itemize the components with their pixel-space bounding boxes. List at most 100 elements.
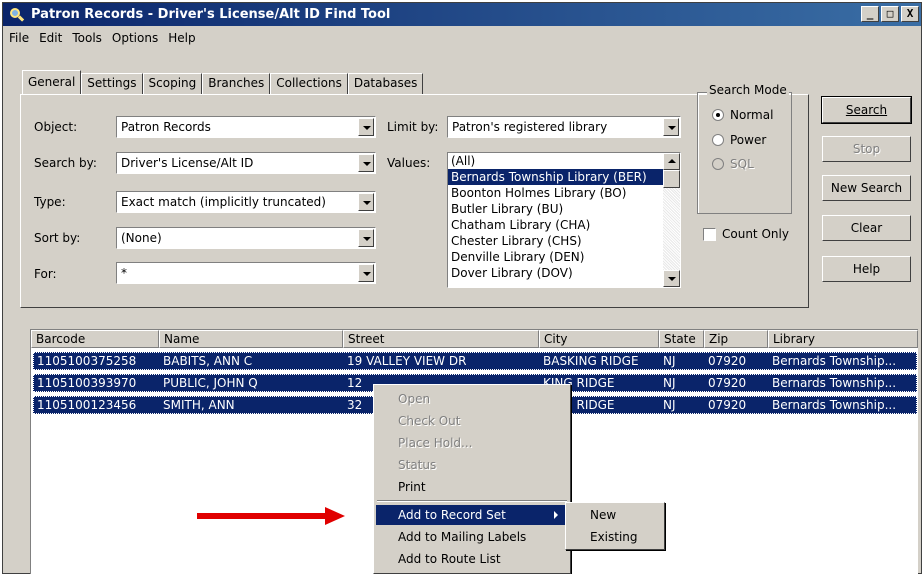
scroll-thumb[interactable] bbox=[663, 170, 680, 188]
window-title: Patron Records - Driver's License/Alt ID… bbox=[31, 7, 391, 22]
tab-settings[interactable]: Settings bbox=[81, 73, 143, 94]
sort-by-select[interactable]: (None) bbox=[116, 227, 376, 249]
menu-item-add-to-route-list[interactable]: Add to Route List bbox=[376, 549, 568, 569]
cell-name: BABITS, ANN C bbox=[163, 354, 253, 368]
menu-item-add-to-record-set[interactable]: Add to Record Set bbox=[376, 505, 568, 525]
radio-power[interactable]: Power bbox=[712, 133, 766, 147]
values-item[interactable]: Butler Library (BU) bbox=[448, 201, 680, 217]
search-button[interactable]: Search bbox=[821, 96, 912, 124]
object-select[interactable]: Patron Records bbox=[116, 116, 376, 138]
scroll-up-icon[interactable] bbox=[663, 153, 680, 170]
values-item[interactable]: Chatham Library (CHA) bbox=[448, 217, 680, 233]
menu-edit[interactable]: Edit bbox=[39, 31, 62, 45]
tab-collections[interactable]: Collections bbox=[270, 73, 348, 94]
type-value: Exact match (implicitly truncated) bbox=[121, 195, 326, 209]
table-row[interactable]: 1105100375258 BABITS, ANN C 19 VALLEY VI… bbox=[33, 352, 917, 370]
radio-disabled-icon bbox=[712, 158, 724, 170]
cell-name: PUBLIC, JOHN Q bbox=[163, 376, 258, 390]
chevron-down-icon[interactable] bbox=[358, 118, 374, 136]
chevron-down-icon[interactable] bbox=[358, 154, 374, 172]
column-state[interactable]: State bbox=[659, 330, 704, 348]
cell-zip: 07920 bbox=[708, 398, 747, 412]
cell-city: BASKING RIDGE bbox=[543, 354, 639, 368]
search-mode-title: Search Mode bbox=[707, 83, 789, 97]
cell-barcode: 1105100123456 bbox=[37, 398, 137, 412]
column-street[interactable]: Street bbox=[343, 330, 539, 348]
values-item[interactable]: (All) bbox=[448, 153, 680, 169]
values-item[interactable]: Denville Library (DEN) bbox=[448, 249, 680, 265]
chevron-down-icon[interactable] bbox=[663, 118, 679, 136]
menu-item-status: Status bbox=[398, 458, 437, 472]
tab-branches[interactable]: Branches bbox=[202, 73, 271, 94]
for-input[interactable]: * bbox=[116, 262, 376, 284]
radio-checked-icon[interactable] bbox=[712, 109, 724, 121]
menu-file[interactable]: File bbox=[9, 31, 29, 45]
for-label: For: bbox=[34, 267, 57, 281]
chevron-down-icon[interactable] bbox=[358, 264, 374, 282]
maximize-button[interactable]: □ bbox=[881, 6, 899, 22]
menu-item-print[interactable]: Print bbox=[376, 477, 568, 497]
tab-general[interactable]: General bbox=[22, 70, 82, 94]
help-button[interactable]: Help bbox=[822, 256, 911, 282]
menu-item-check-out: Check Out bbox=[398, 414, 461, 428]
radio-power-label: Power bbox=[730, 133, 767, 147]
clear-button[interactable]: Clear bbox=[822, 215, 911, 241]
minimize-button[interactable]: _ bbox=[861, 6, 879, 22]
values-item-selected[interactable]: Bernards Township Library (BER) bbox=[448, 169, 680, 185]
checkbox-icon[interactable] bbox=[703, 227, 716, 241]
menu-help[interactable]: Help bbox=[168, 31, 195, 45]
limit-by-label: Limit by: bbox=[387, 120, 439, 134]
red-arrow-icon bbox=[197, 507, 347, 525]
values-item[interactable]: Chester Library (CHS) bbox=[448, 233, 680, 249]
menu-options[interactable]: Options bbox=[112, 31, 158, 45]
cell-library: Bernards Township... bbox=[772, 354, 897, 368]
results-header: Barcode Name Street City State Zip Libra… bbox=[31, 330, 918, 348]
limit-by-select[interactable]: Patron's registered library bbox=[447, 116, 681, 138]
values-listbox[interactable]: (All) Bernards Township Library (BER) Bo… bbox=[447, 152, 681, 288]
cell-library: Bernards Township... bbox=[772, 376, 897, 390]
count-only-label: Count Only bbox=[722, 227, 789, 241]
search-by-select[interactable]: Driver's License/Alt ID bbox=[116, 152, 376, 174]
values-label: Values: bbox=[387, 156, 431, 170]
radio-icon[interactable] bbox=[712, 134, 724, 146]
radio-sql: SQL bbox=[712, 157, 754, 171]
radio-normal[interactable]: Normal bbox=[712, 108, 773, 122]
cell-zip: 07920 bbox=[708, 376, 747, 390]
menu-separator bbox=[377, 500, 567, 502]
menu-tools[interactable]: Tools bbox=[72, 31, 102, 45]
cell-state: NJ bbox=[663, 376, 676, 390]
title-bar[interactable]: Patron Records - Driver's License/Alt ID… bbox=[3, 3, 921, 26]
tab-scoping[interactable]: Scoping bbox=[142, 73, 203, 94]
chevron-down-icon[interactable] bbox=[358, 229, 374, 247]
cell-state: NJ bbox=[663, 398, 676, 412]
values-item[interactable]: Dover Library (DOV) bbox=[448, 265, 680, 281]
values-item[interactable]: Boonton Holmes Library (BO) bbox=[448, 185, 680, 201]
chevron-down-icon[interactable] bbox=[358, 193, 374, 211]
type-select[interactable]: Exact match (implicitly truncated) bbox=[116, 191, 376, 213]
menu-item-place-hold: Place Hold... bbox=[398, 436, 473, 450]
scroll-down-icon[interactable] bbox=[663, 270, 680, 287]
radio-sql-label: SQL bbox=[730, 157, 754, 171]
radio-normal-label: Normal bbox=[730, 108, 774, 122]
column-zip[interactable]: Zip bbox=[704, 330, 768, 348]
new-search-button[interactable]: New Search bbox=[822, 175, 911, 201]
close-button[interactable]: X bbox=[901, 6, 919, 22]
chevron-right-icon bbox=[554, 511, 558, 519]
column-barcode[interactable]: Barcode bbox=[31, 330, 159, 348]
submenu-item-new[interactable]: New bbox=[568, 505, 662, 525]
sort-by-label: Sort by: bbox=[34, 231, 81, 245]
count-only-checkbox[interactable]: Count Only bbox=[703, 227, 789, 241]
for-value: * bbox=[121, 266, 127, 280]
search-by-label: Search by: bbox=[34, 156, 97, 170]
menu-bar: File Edit Tools Options Help bbox=[3, 27, 921, 49]
column-city[interactable]: City bbox=[539, 330, 659, 348]
tab-databases[interactable]: Databases bbox=[347, 73, 424, 94]
menu-item-add-to-mailing-labels[interactable]: Add to Mailing Labels bbox=[376, 527, 568, 547]
cell-state: NJ bbox=[663, 354, 676, 368]
values-scrollbar[interactable] bbox=[663, 153, 680, 287]
column-name[interactable]: Name bbox=[159, 330, 343, 348]
column-library[interactable]: Library bbox=[768, 330, 918, 348]
stop-button: Stop bbox=[822, 136, 911, 162]
limit-by-value: Patron's registered library bbox=[452, 120, 608, 134]
submenu-item-existing[interactable]: Existing bbox=[568, 527, 662, 547]
